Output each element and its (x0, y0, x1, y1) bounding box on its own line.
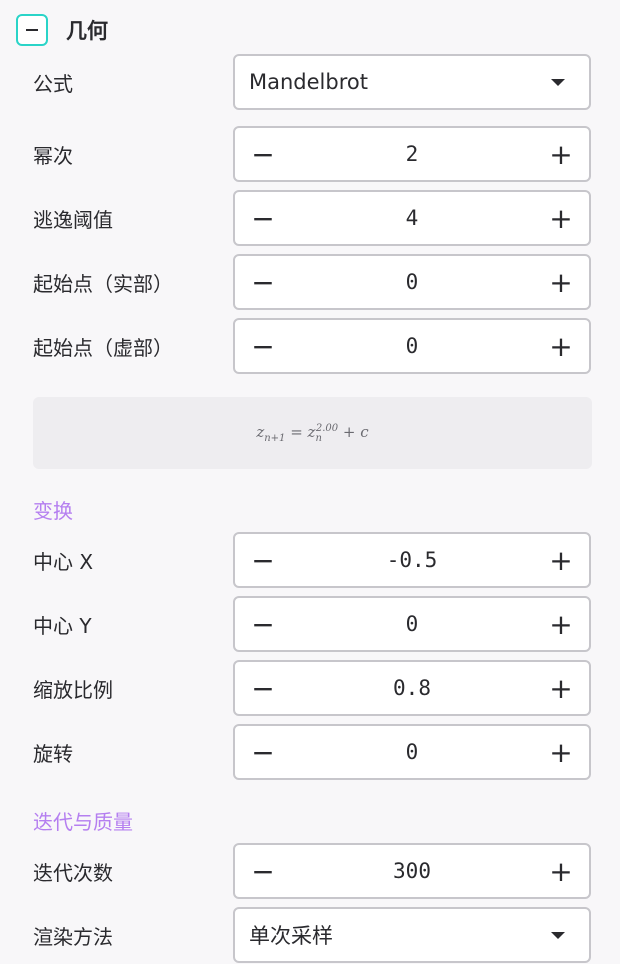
iterations-row: 迭代次数 − 300 + (0, 843, 620, 899)
center-x-stepper[interactable]: − -0.5 + (233, 532, 591, 588)
power-value[interactable]: 2 (291, 142, 533, 166)
minus-icon (26, 29, 38, 31)
iteration-group-title: 迭代与质量 (33, 810, 133, 834)
power-stepper[interactable]: − 2 + (233, 126, 591, 182)
escape-threshold-label: 逃逸阈值 (33, 207, 113, 232)
chevron-down-icon (551, 931, 565, 939)
formula-select-value: Mandelbrot (249, 70, 368, 94)
start-imag-label: 起始点（虚部） (33, 335, 173, 360)
decrement-button[interactable]: − (235, 534, 291, 586)
start-imag-value[interactable]: 0 (291, 334, 533, 358)
zoom-value[interactable]: 0.8 (291, 676, 533, 700)
power-label: 幂次 (33, 143, 73, 168)
rotation-row: 旋转 − 0 + (0, 724, 620, 780)
increment-button[interactable]: + (533, 320, 589, 372)
increment-button[interactable]: + (533, 726, 589, 778)
section-title: 几何 (66, 19, 108, 43)
escape-threshold-value[interactable]: 4 (291, 206, 533, 230)
formula-equation: zn+1 = zn2.00 + c (256, 422, 369, 444)
start-real-stepper[interactable]: − 0 + (233, 254, 591, 310)
formula-select[interactable]: Mandelbrot (233, 54, 591, 110)
center-y-label: 中心 Y (33, 613, 92, 638)
start-real-value[interactable]: 0 (291, 270, 533, 294)
increment-button[interactable]: + (533, 192, 589, 244)
center-x-row: 中心 X − -0.5 + (0, 532, 620, 588)
start-real-label: 起始点（实部） (33, 271, 173, 296)
center-y-stepper[interactable]: − 0 + (233, 596, 591, 652)
decrement-button[interactable]: − (235, 192, 291, 244)
decrement-button[interactable]: − (235, 320, 291, 372)
center-y-value[interactable]: 0 (291, 612, 533, 636)
decrement-button[interactable]: − (235, 598, 291, 650)
settings-panel: 几何 公式 Mandelbrot 幂次 − 2 + 逃逸阈值 − 4 + 起始点… (0, 0, 620, 964)
geometry-section-header: 几何 (16, 14, 108, 46)
rotation-value[interactable]: 0 (291, 740, 533, 764)
render-method-select[interactable]: 单次采样 (233, 907, 591, 963)
increment-button[interactable]: + (533, 534, 589, 586)
center-y-row: 中心 Y − 0 + (0, 596, 620, 652)
rotation-stepper[interactable]: − 0 + (233, 724, 591, 780)
escape-threshold-stepper[interactable]: − 4 + (233, 190, 591, 246)
chevron-down-icon (551, 78, 565, 86)
render-method-row: 渲染方法 单次采样 (0, 907, 620, 963)
increment-button[interactable]: + (533, 256, 589, 308)
decrement-button[interactable]: − (235, 128, 291, 180)
iterations-stepper[interactable]: − 300 + (233, 843, 591, 899)
formula-row: 公式 Mandelbrot (0, 54, 620, 110)
decrement-button[interactable]: − (235, 845, 291, 897)
increment-button[interactable]: + (533, 128, 589, 180)
start-real-row: 起始点（实部） − 0 + (0, 254, 620, 310)
formula-label: 公式 (33, 71, 73, 96)
start-imag-row: 起始点（虚部） − 0 + (0, 318, 620, 374)
escape-threshold-row: 逃逸阈值 − 4 + (0, 190, 620, 246)
render-method-label: 渲染方法 (33, 924, 113, 949)
decrement-button[interactable]: − (235, 726, 291, 778)
zoom-label: 缩放比例 (33, 677, 113, 702)
decrement-button[interactable]: − (235, 662, 291, 714)
iterations-label: 迭代次数 (33, 860, 113, 885)
formula-preview: zn+1 = zn2.00 + c (33, 397, 592, 469)
increment-button[interactable]: + (533, 662, 589, 714)
zoom-stepper[interactable]: − 0.8 + (233, 660, 591, 716)
decrement-button[interactable]: − (235, 256, 291, 308)
iterations-value[interactable]: 300 (291, 859, 533, 883)
increment-button[interactable]: + (533, 845, 589, 897)
transform-group-title: 变换 (33, 499, 73, 523)
rotation-label: 旋转 (33, 741, 73, 766)
power-row: 幂次 − 2 + (0, 126, 620, 182)
center-x-label: 中心 X (33, 549, 94, 574)
start-imag-stepper[interactable]: − 0 + (233, 318, 591, 374)
center-x-value[interactable]: -0.5 (291, 548, 533, 572)
increment-button[interactable]: + (533, 598, 589, 650)
collapse-button[interactable] (16, 14, 48, 46)
render-method-value: 单次采样 (249, 924, 333, 948)
zoom-row: 缩放比例 − 0.8 + (0, 660, 620, 716)
